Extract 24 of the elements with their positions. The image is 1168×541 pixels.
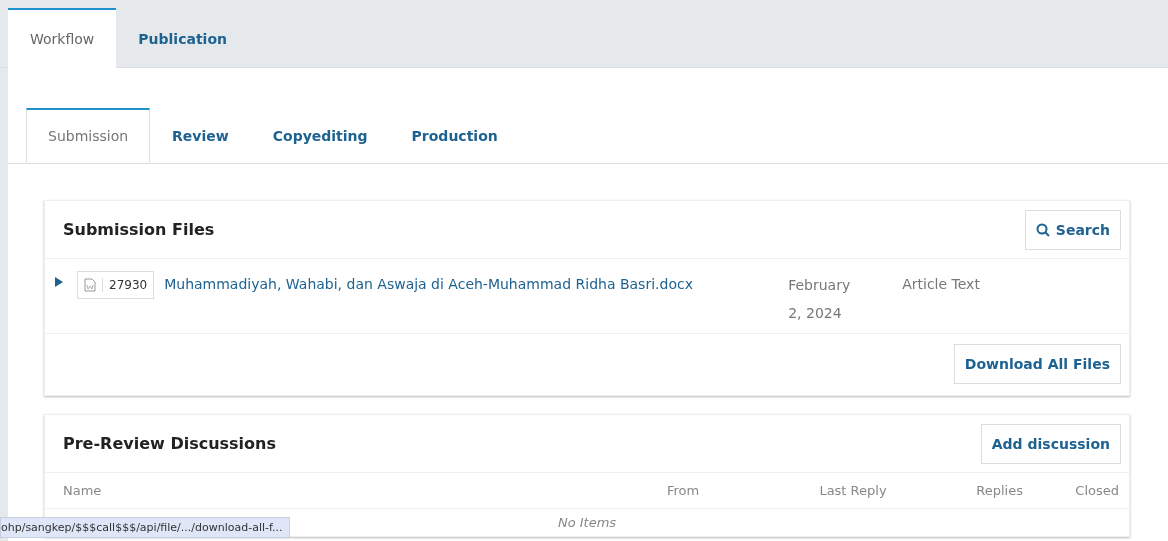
panel-title: Submission Files (63, 220, 215, 239)
stage-tab[interactable]: Copyediting (250, 108, 390, 163)
column-header: Closed (1074, 483, 1119, 498)
panel-title: Pre-Review Discussions (63, 434, 276, 453)
file-id-badge: 27930 (77, 271, 155, 299)
column-header: Name (63, 483, 103, 498)
search-button[interactable]: Search (1024, 209, 1121, 250)
column-header: Last Reply (818, 483, 888, 498)
download-all-button[interactable]: Download All Files (953, 344, 1121, 384)
file-type: Article Text (902, 275, 980, 294)
workflow-tab[interactable]: Workflow (8, 8, 117, 68)
empty-message: No Items (557, 515, 617, 530)
search-icon (1035, 222, 1050, 237)
workflow-tab[interactable]: Publication (116, 9, 249, 67)
file-link[interactable]: Muhammadiyah, Wahabi, dan Aswaja di Aceh-Muhammad Ridha Basri.docx (164, 271, 785, 297)
status-url-tooltip: ohp/sangkep/$$$call$$$/api/file/.../download-all-f... (0, 517, 290, 538)
add-discussion-button[interactable]: Add discussion (980, 423, 1121, 464)
stage-tab[interactable]: Submission (26, 108, 151, 163)
column-header: Replies (975, 483, 1023, 498)
stage-tab[interactable]: Production (389, 108, 520, 163)
stage-tab[interactable]: Review (150, 108, 251, 163)
column-header: From (665, 483, 701, 498)
file-date: February 2, 2024 (788, 276, 852, 323)
expand-triangle-icon[interactable] (55, 277, 63, 287)
